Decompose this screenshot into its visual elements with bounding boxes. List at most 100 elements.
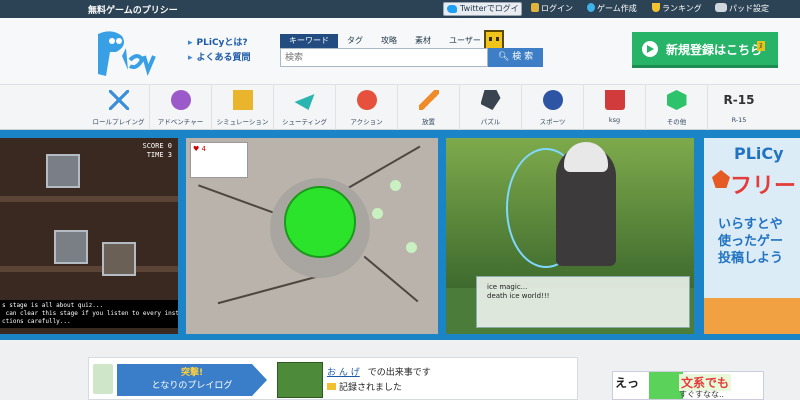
category-label: その他 — [666, 118, 687, 126]
header: ▸PLiCyとは? ▸よくある質問 キーワード タグ 攻略 素材 ユーザー 🔍︎… — [0, 18, 800, 84]
category-action[interactable]: アクション — [336, 85, 398, 131]
tab-strategy[interactable]: 攻略 — [372, 34, 406, 48]
about-label: PLiCyとは? — [196, 38, 248, 48]
floor-tile — [0, 196, 178, 202]
category-r15[interactable]: R-15 R-15 — [708, 85, 770, 131]
faq-link[interactable]: ▸ よくある質問 — [188, 51, 251, 66]
ad-graphic — [649, 372, 683, 399]
feed-record-text: 記録されました — [339, 383, 403, 393]
category-simulation[interactable]: シミュレーション — [212, 85, 274, 131]
cage-door — [102, 242, 136, 276]
twitter-bird-icon — [447, 5, 457, 13]
time-value: 3 — [167, 151, 172, 159]
feed-line-1: お ん げでの出来事です — [327, 365, 431, 378]
banner-line-2: 使ったゲー — [718, 234, 784, 249]
ad-banner[interactable]: えっ 文系でも すぐすなな.. — [612, 371, 764, 400]
pad-settings-link[interactable]: パッド設定 — [715, 3, 769, 15]
search-button-label: 検 索 — [512, 52, 534, 62]
building-icon — [232, 90, 253, 110]
game-thumbnail[interactable] — [277, 362, 323, 398]
category-label: パズル — [480, 118, 501, 126]
chevron-right-icon: ▸ — [188, 38, 193, 48]
play-log-title: 突撃! — [180, 368, 204, 378]
category-puzzle[interactable]: パズル — [460, 85, 522, 131]
play-log-subtitle: となりのプレイログ — [151, 381, 233, 391]
featured-slide-3[interactable]: ice magic... death ice world!!! — [446, 138, 694, 334]
category-sports[interactable]: スポーツ — [522, 85, 584, 131]
card-count: 4 — [201, 145, 206, 153]
play-log-label[interactable]: 突撃! となりのプレイログ — [117, 364, 267, 396]
category-other[interactable]: その他 — [646, 85, 708, 131]
category-label: シューティング — [281, 118, 328, 126]
splash-icon — [356, 90, 377, 110]
about-link[interactable]: ▸ PLiCyとは? — [188, 36, 251, 51]
crack-line — [341, 145, 421, 193]
maple-leaf-icon — [712, 170, 730, 188]
category-label: シミュレーション — [216, 118, 269, 126]
twitter-login-button[interactable]: Twitterでログイン — [443, 2, 522, 25]
search-button[interactable]: 🔍︎ 検 索 — [488, 48, 543, 67]
elevator-door — [46, 154, 80, 188]
game-create-link[interactable]: ゲーム作成 — [587, 3, 637, 15]
search-input[interactable] — [280, 48, 488, 67]
crack-line — [198, 184, 274, 214]
quick-links: ▸ PLiCyとは? ▸ よくある質問 — [188, 36, 251, 66]
category-label: R-15 — [731, 116, 747, 124]
search-tabs: キーワード タグ 攻略 素材 ユーザー — [280, 34, 490, 48]
category-label: アクション — [350, 118, 383, 126]
site-name[interactable]: 無料ゲームのプリシー — [88, 3, 178, 16]
login-link[interactable]: ログイン — [531, 3, 573, 15]
dialog-line-2: death ice world!!! — [487, 292, 550, 300]
ranking-label: ランキング — [662, 4, 702, 13]
ranking-link[interactable]: ランキング — [652, 3, 702, 15]
featured-carousel: SCORE 0 TIME 3 s stage is all about quiz… — [0, 130, 800, 340]
category-shooting[interactable]: シューティング — [274, 85, 336, 131]
category-label: 放置 — [422, 118, 435, 126]
featured-slide-1[interactable]: SCORE 0 TIME 3 s stage is all about quiz… — [0, 138, 178, 334]
featured-slide-4[interactable]: PLiCy フリー いらすとや 使ったゲー 投稿しよう — [704, 138, 800, 334]
category-bar: ロールプレイング アドベンチャー シミュレーション シューティング アクション … — [0, 84, 800, 131]
folder-icon — [327, 383, 336, 390]
banner-line-3: 投稿しよう — [718, 251, 784, 266]
category-label: ksg — [608, 116, 621, 124]
speech-bubble-icon — [587, 3, 595, 12]
ad-sub-text: すぐすなな.. — [679, 390, 725, 399]
tab-material[interactable]: 素材 — [406, 34, 440, 48]
trophy-icon — [652, 3, 660, 12]
category-ksg[interactable]: ksg — [584, 85, 646, 131]
feed-user-link[interactable]: お ん げ — [327, 368, 360, 378]
ball-icon — [542, 90, 563, 110]
r15-text: R-15 — [723, 93, 755, 107]
category-adventure[interactable]: アドベンチャー — [150, 85, 212, 131]
banner-title: PLiCy — [734, 144, 784, 163]
chevron-right-icon: ▸ — [188, 53, 193, 63]
login-label: ログイン — [541, 4, 573, 13]
crack-line — [363, 255, 419, 303]
tab-keyword[interactable]: キーワード — [280, 34, 338, 48]
plicy-logo[interactable] — [92, 26, 160, 82]
adventure-icon — [170, 90, 191, 110]
pad-settings-label: パッド設定 — [729, 4, 769, 13]
score-value: 0 — [167, 142, 172, 150]
floor-tile — [0, 266, 178, 272]
feed-line-2: 記録されました — [327, 380, 402, 393]
user-illustration — [93, 364, 113, 394]
game-message: s stage is all about quiz... can clear t… — [0, 300, 178, 328]
game-hud: SCORE 0 TIME 3 — [142, 142, 172, 160]
category-idle[interactable]: 放置 — [398, 85, 460, 131]
banner-line-1: いらすとや — [718, 217, 783, 232]
robot-mascot-icon — [484, 30, 504, 50]
sword-icon — [108, 90, 129, 110]
lock-icon — [531, 3, 539, 12]
arrow-right-icon — [642, 41, 658, 57]
small-slime — [372, 208, 383, 219]
category-label: アドベンチャー — [157, 118, 204, 126]
tab-user[interactable]: ユーザー — [440, 34, 490, 48]
ad-left-text: えっ — [615, 376, 640, 390]
crack-line — [217, 273, 325, 305]
tab-tag[interactable]: タグ — [338, 34, 372, 48]
featured-slide-2[interactable]: ♥ 4 — [186, 138, 438, 334]
category-rpg[interactable]: ロールプレイング — [88, 85, 150, 131]
feed-event-text: での出来事です — [367, 368, 431, 378]
banner-subtitle: フリー — [730, 174, 797, 199]
